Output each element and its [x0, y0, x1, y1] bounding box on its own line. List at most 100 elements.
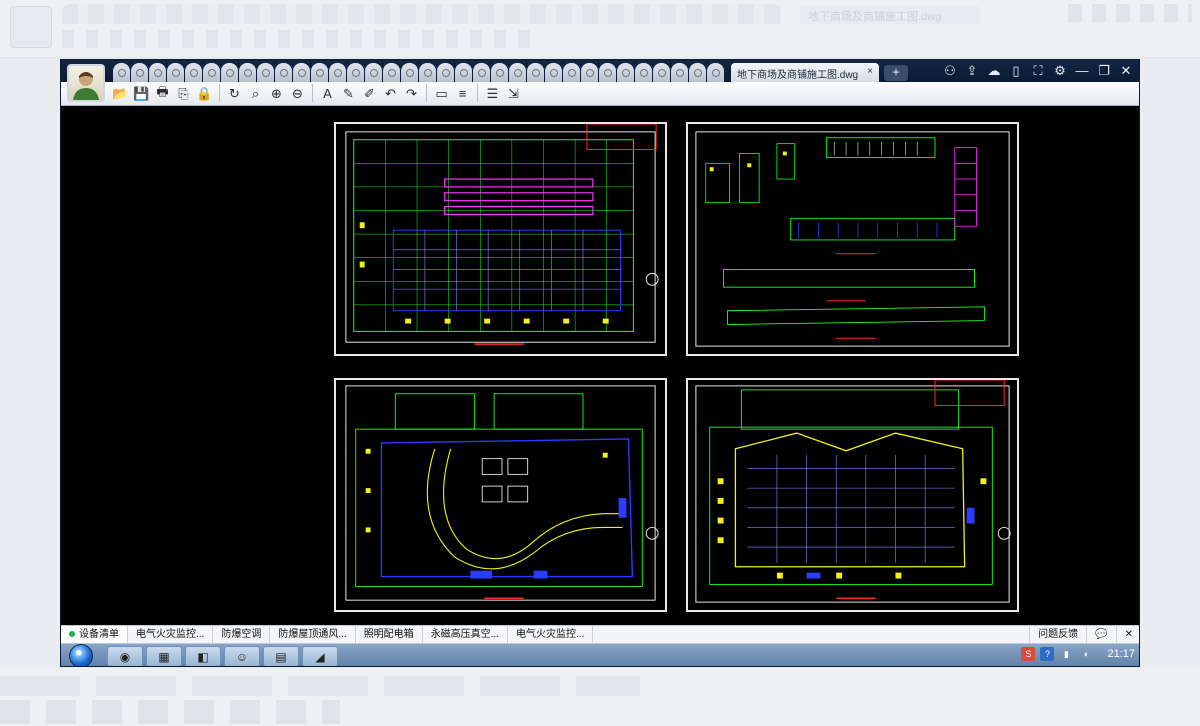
print-icon[interactable]: 🖶 [153, 84, 172, 103]
file-tab[interactable] [203, 63, 220, 82]
sheet-tab[interactable]: 电气火灾监控... [128, 625, 214, 644]
file-tab[interactable] [581, 63, 598, 82]
document-tab-label: 地下商场及商铺施工图.dwg [737, 70, 859, 81]
file-tab[interactable] [671, 63, 688, 82]
user-avatar[interactable] [67, 64, 105, 102]
new-tab-button[interactable]: + [884, 65, 908, 81]
restore-icon[interactable]: ❐ [1095, 62, 1113, 80]
undo-icon[interactable]: ↶ [381, 84, 400, 103]
zoom-window-icon[interactable]: ⌕ [246, 84, 265, 103]
file-tab[interactable] [275, 63, 292, 82]
zoom-out-icon[interactable]: ⊖ [288, 84, 307, 103]
file-tab[interactable] [185, 63, 202, 82]
file-tab[interactable] [149, 63, 166, 82]
pdf-icon[interactable]: ⎘ [174, 84, 193, 103]
file-tab[interactable] [599, 63, 616, 82]
volume-icon[interactable]: ◖ [1078, 647, 1092, 661]
pencil-icon[interactable]: ✎ [339, 84, 358, 103]
sheet-tab-label: 电气火灾监控... [136, 628, 205, 640]
file-tab[interactable] [365, 63, 382, 82]
lock-icon[interactable]: 🔒 [195, 84, 214, 103]
drawing-sheet-plan-c[interactable] [686, 378, 1019, 612]
file-tab[interactable] [635, 63, 652, 82]
measure-icon[interactable]: ▭ [432, 84, 451, 103]
export-icon[interactable]: ⇪ [963, 62, 981, 80]
file-tab[interactable] [311, 63, 328, 82]
book-icon[interactable]: ▤ [263, 646, 299, 666]
clock[interactable]: 21:17 [1107, 648, 1135, 660]
file-tab[interactable] [167, 63, 184, 82]
highlighter-icon[interactable]: ✐ [360, 84, 379, 103]
folder-icon[interactable]: ◧ [185, 646, 221, 666]
sheet-tab[interactable]: 电气火灾监控... [508, 625, 594, 644]
fullscreen-icon[interactable]: ⛶ [1029, 62, 1047, 80]
settings-icon[interactable]: ⚙ [1051, 62, 1069, 80]
file-tab-strip [113, 63, 725, 82]
cad-viewer-window: 地下商场及商铺施工图.dwg × + ⚇ ⇪ ☁ ▯ ⛶ ⚙ — ❐ ✕ 📂 💾 🖶 ⎘ 🔒 ↻ ⌕ ⊕ ⊖ A ✎… [60, 59, 1140, 667]
file-tab[interactable] [689, 63, 706, 82]
close-panel-icon[interactable]: ✕ [1115, 626, 1139, 644]
file-tab[interactable] [347, 63, 364, 82]
background-app-chrome: 地下商场及商铺施工图.dwg [0, 0, 1200, 58]
redo-icon[interactable]: ↷ [402, 84, 421, 103]
browser-icon[interactable]: ◉ [107, 646, 143, 666]
minimize-icon[interactable]: — [1073, 62, 1091, 80]
text-icon[interactable]: A [318, 84, 337, 103]
file-tab[interactable] [437, 63, 454, 82]
sheet-tab-label: 防爆屋顶通风... [278, 628, 347, 640]
sheet-tab[interactable]: 永磁高压真空... [423, 625, 509, 644]
save-icon[interactable]: 💾 [132, 84, 151, 103]
chat-icon[interactable]: 💬 [1086, 626, 1115, 644]
layers-icon[interactable]: ☰ [483, 84, 502, 103]
close-tab-icon[interactable]: × [867, 66, 873, 77]
phone-icon[interactable]: ▯ [1007, 62, 1025, 80]
file-tab[interactable] [329, 63, 346, 82]
drawing-canvas[interactable] [61, 106, 1139, 625]
feedback-button[interactable]: 问题反馈 [1029, 626, 1086, 644]
file-tab[interactable] [545, 63, 562, 82]
sheet-tab[interactable]: 防爆屋顶通风... [270, 625, 356, 644]
file-tab[interactable] [401, 63, 418, 82]
sheet-tab[interactable]: 防爆空调 [213, 625, 271, 644]
file-tab[interactable] [293, 63, 310, 82]
file-tab[interactable] [509, 63, 526, 82]
close-window-icon[interactable]: ✕ [1117, 62, 1135, 80]
drawing-sheet-plan-b[interactable] [334, 378, 667, 612]
file-tab[interactable] [527, 63, 544, 82]
file-tab[interactable] [113, 63, 130, 82]
file-tab[interactable] [383, 63, 400, 82]
share-icon[interactable]: ⚇ [941, 62, 959, 80]
file-tab[interactable] [221, 63, 238, 82]
file-tab[interactable] [419, 63, 436, 82]
file-tab[interactable] [257, 63, 274, 82]
start-button[interactable] [65, 644, 97, 666]
drawing-sheet-elevations[interactable] [686, 122, 1019, 356]
chat-app-icon[interactable]: ☺ [224, 646, 260, 666]
file-tab[interactable] [563, 63, 580, 82]
open-icon[interactable]: 📂 [111, 84, 130, 103]
sheet-tab-label: 电气火灾监控... [516, 628, 585, 640]
file-tab[interactable] [653, 63, 670, 82]
zoom-in-icon[interactable]: ⊕ [267, 84, 286, 103]
export-icon[interactable]: ⇲ [504, 84, 523, 103]
file-tab[interactable] [239, 63, 256, 82]
dimension-icon[interactable]: ≡ [453, 84, 472, 103]
help-icon[interactable]: ? [1040, 647, 1055, 661]
file-tab[interactable] [473, 63, 490, 82]
app-icon[interactable]: ▦ [146, 646, 182, 666]
main-toolbar: 📂 💾 🖶 ⎘ 🔒 ↻ ⌕ ⊕ ⊖ A ✎ ✐ ↶ ↷ ▭ ≡ ☰ ⇲ [61, 82, 1139, 106]
cloud-icon[interactable]: ☁ [985, 62, 1003, 80]
sheet-tab[interactable]: 照明配电箱 [356, 625, 423, 644]
network-icon[interactable]: ▮ [1059, 647, 1073, 661]
drawing-sheet-plan-a[interactable] [334, 122, 667, 356]
file-tab[interactable] [617, 63, 634, 82]
file-tab[interactable] [491, 63, 508, 82]
file-tab[interactable] [455, 63, 472, 82]
ime-icon[interactable]: S [1021, 647, 1036, 661]
file-tab[interactable] [707, 63, 724, 82]
picture-icon[interactable]: ◢ [302, 646, 338, 666]
document-tab[interactable]: 地下商场及商铺施工图.dwg × [731, 63, 879, 82]
sheet-tab[interactable]: 设备清单 [61, 625, 128, 644]
file-tab[interactable] [131, 63, 148, 82]
rotate-icon[interactable]: ↻ [225, 84, 244, 103]
